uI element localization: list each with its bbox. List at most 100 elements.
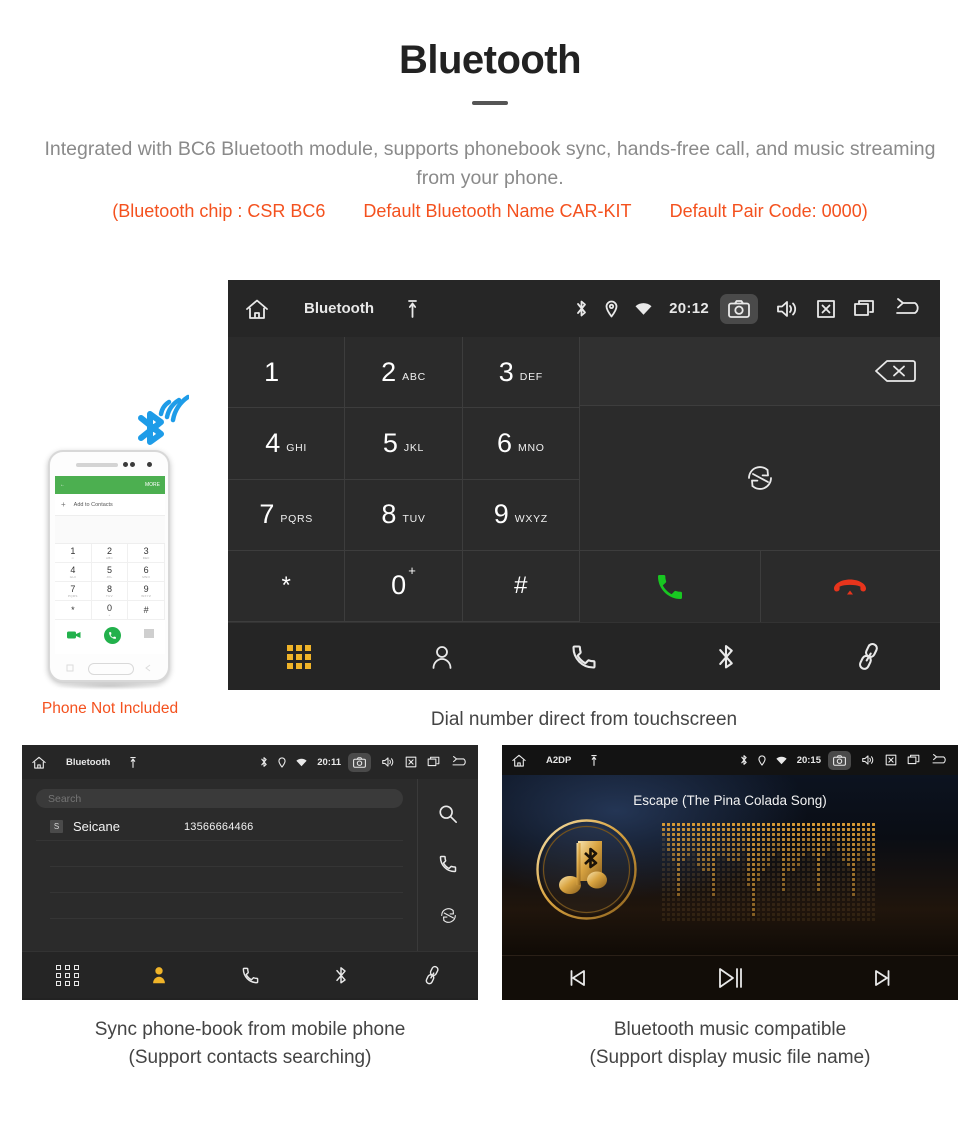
visualizer-dot xyxy=(752,878,755,881)
visualizer-dot xyxy=(837,843,840,846)
visualizer-dot xyxy=(837,853,840,856)
visualizer-dot xyxy=(857,853,860,856)
recents-icon[interactable] xyxy=(427,756,440,768)
close-icon[interactable] xyxy=(816,299,836,319)
recents-icon[interactable] xyxy=(907,754,920,766)
nav-contacts-button[interactable] xyxy=(370,623,512,690)
key-2[interactable]: 2 ABC xyxy=(345,337,463,409)
home-icon[interactable] xyxy=(244,297,270,321)
visualizer-dot xyxy=(712,858,715,861)
visualizer-dot xyxy=(787,918,790,921)
visualizer-dot xyxy=(857,918,860,921)
key-9[interactable]: 9 WXYZ xyxy=(462,479,580,551)
key-5[interactable]: 5 JKL xyxy=(345,408,463,480)
key-3[interactable]: 3 DEF xyxy=(462,337,580,409)
nav-link-button[interactable] xyxy=(387,952,478,998)
camera-icon[interactable] xyxy=(348,752,371,772)
call-icon[interactable] xyxy=(438,854,458,874)
sync-icon[interactable] xyxy=(438,905,459,926)
key-hash[interactable]: # xyxy=(462,550,580,622)
phone-video-icon xyxy=(66,631,80,639)
number-input-row[interactable] xyxy=(580,337,940,406)
visualizer-dot xyxy=(737,883,740,886)
visualizer-dot xyxy=(862,848,865,851)
key-star[interactable]: * xyxy=(228,550,346,622)
visualizer-dot xyxy=(732,823,735,826)
previous-button[interactable] xyxy=(502,968,654,988)
visualizer-dot xyxy=(862,873,865,876)
nav-link-button[interactable] xyxy=(798,623,940,690)
visualizer-dot xyxy=(712,908,715,911)
visualizer-dot xyxy=(732,838,735,841)
home-icon[interactable] xyxy=(511,753,527,768)
visualizer-dot xyxy=(792,828,795,831)
volume-icon[interactable] xyxy=(861,754,875,766)
visualizer-dot xyxy=(847,853,850,856)
back-icon[interactable] xyxy=(930,753,949,767)
visualizer-dot xyxy=(802,828,805,831)
visualizer-dot xyxy=(762,913,765,916)
visualizer-dot xyxy=(837,913,840,916)
volume-icon[interactable] xyxy=(775,299,799,319)
camera-icon[interactable] xyxy=(828,750,851,770)
dialer-topbar: Bluetooth 20:12 xyxy=(228,280,940,337)
backspace-icon[interactable] xyxy=(874,358,916,384)
nav-call-log-button[interactable] xyxy=(513,623,655,690)
camera-icon[interactable] xyxy=(720,293,758,324)
call-button[interactable] xyxy=(580,551,761,622)
visualizer-dot xyxy=(672,873,675,876)
home-icon[interactable] xyxy=(31,755,47,770)
phone-key-letters: PQRS xyxy=(67,593,78,598)
search-input[interactable] xyxy=(36,789,403,808)
back-icon[interactable] xyxy=(892,297,924,320)
key-digit: 3 xyxy=(498,356,514,387)
visualizer-dot xyxy=(847,838,850,841)
visualizer-dot xyxy=(857,828,860,831)
music-controls xyxy=(502,955,958,1000)
phone-key-letters: ABC xyxy=(105,555,114,560)
nav-keypad-button[interactable] xyxy=(22,952,113,998)
visualizer-dot xyxy=(692,868,695,871)
back-icon[interactable] xyxy=(450,755,469,769)
hangup-button[interactable] xyxy=(761,551,941,622)
recents-icon[interactable] xyxy=(853,299,875,319)
close-icon[interactable] xyxy=(885,754,897,766)
play-pause-button[interactable] xyxy=(654,966,806,990)
search-icon[interactable] xyxy=(438,804,458,824)
visualizer-dot xyxy=(817,888,820,891)
visualizer-dot xyxy=(777,878,780,881)
nav-contacts-button[interactable] xyxy=(113,952,204,998)
key-8[interactable]: 8 TUV xyxy=(345,479,463,551)
visualizer-dot xyxy=(772,848,775,851)
key-6[interactable]: 6 MNO xyxy=(462,408,580,480)
visualizer-dot xyxy=(817,873,820,876)
nav-bluetooth-button[interactable] xyxy=(296,952,387,998)
nav-call-log-button[interactable] xyxy=(204,952,295,998)
visualizer-dot xyxy=(667,863,670,866)
phone-key-digit: 9 xyxy=(143,583,149,594)
visualizer-dot xyxy=(672,883,675,886)
nav-bluetooth-button[interactable] xyxy=(655,623,797,690)
visualizer-dot xyxy=(832,883,835,886)
visualizer-dot xyxy=(822,903,825,906)
visualizer-dot xyxy=(717,898,720,901)
key-1[interactable]: 1 xyxy=(228,337,346,409)
key-7[interactable]: 7 PQRS xyxy=(228,479,346,551)
visualizer-dot xyxy=(682,908,685,911)
phone-add-contacts-label: Add to Contacts xyxy=(73,501,113,508)
sync-icon[interactable] xyxy=(743,461,777,495)
visualizer-dot xyxy=(867,833,870,836)
nav-keypad-button[interactable] xyxy=(228,623,370,690)
close-icon[interactable] xyxy=(405,756,417,768)
key-0[interactable]: 0 + xyxy=(345,550,463,622)
key-4[interactable]: 4 GHI xyxy=(228,408,346,480)
visualizer-dot xyxy=(812,883,815,886)
table-row[interactable]: S Seicane 13566664466 xyxy=(36,813,403,841)
visualizer-dot xyxy=(842,848,845,851)
next-button[interactable] xyxy=(806,968,958,988)
visualizer-column xyxy=(802,823,805,923)
visualizer-dot xyxy=(732,853,735,856)
volume-icon[interactable] xyxy=(381,756,395,768)
visualizer-dot xyxy=(827,903,830,906)
dialer-keypad[interactable]: 1 2 ABC 3 DEF 4 GHI 5 JKL 6 MNO 7 PQRS 8 TUV 9 WXYZ * 0 + # xyxy=(228,337,580,622)
